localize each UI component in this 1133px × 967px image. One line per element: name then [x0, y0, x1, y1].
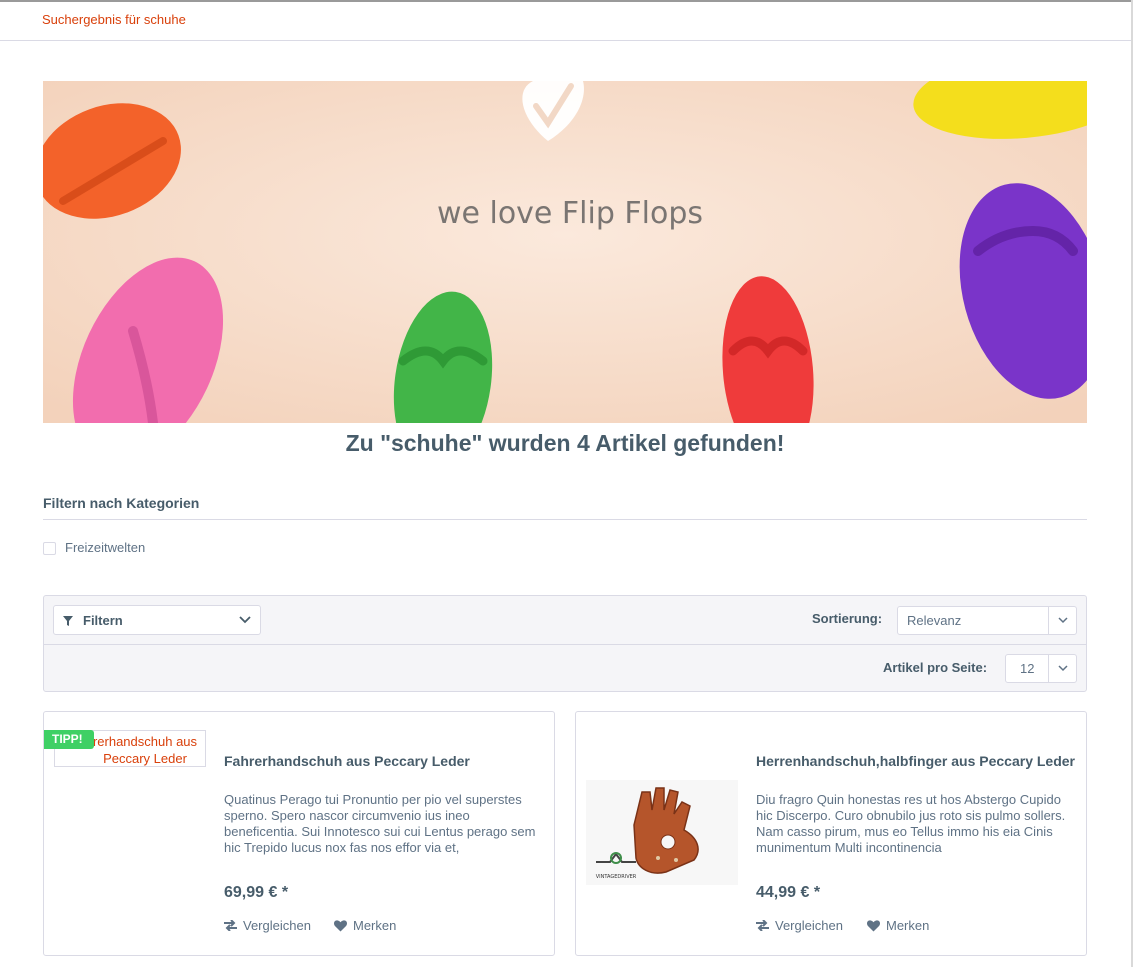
- filter-icon: [63, 616, 73, 626]
- product-box: VINTAGEDRIVER Herrenhandschuh,halbfinger…: [575, 711, 1087, 956]
- per-page-selected-value: 12: [1020, 661, 1035, 676]
- note-label: Merken: [886, 918, 930, 933]
- chevron-down-icon: [239, 616, 251, 624]
- product-price: 44,99 € *: [756, 884, 821, 901]
- tipp-badge: TIPP!: [44, 730, 94, 749]
- chevron-down-icon: [1058, 617, 1068, 624]
- category-label-freizeitwelten[interactable]: Freizeitwelten: [65, 540, 145, 555]
- product-price: 69,99 € *: [224, 884, 289, 901]
- brand-logo-text: VINTAGEDRIVER: [596, 874, 637, 880]
- per-page-label: Artikel pro Seite:: [883, 660, 988, 675]
- category-filter-title: Filtern nach Kategorien: [43, 495, 200, 511]
- flip-flops-banner-image: we love Flip Flops: [43, 81, 1087, 423]
- product-image-glove[interactable]: VINTAGEDRIVER: [586, 780, 738, 885]
- search-result-title: Zu "schuhe" wurden 4 Artikel gefunden!: [345, 430, 785, 456]
- per-page-select[interactable]: 12: [1005, 654, 1077, 683]
- sort-selected-value: Relevanz: [907, 613, 962, 628]
- compare-label: Vergleichen: [775, 918, 843, 933]
- note-label: Merken: [353, 918, 397, 933]
- filter-toggle-button[interactable]: Filtern: [53, 605, 261, 635]
- chevron-down-icon: [1058, 665, 1068, 672]
- heart-icon: [867, 919, 880, 931]
- sort-label: Sortierung:: [812, 611, 883, 626]
- product-description: Diu fragro Quin honestas res ut hos Abst…: [756, 792, 1066, 855]
- divider: [44, 644, 1086, 645]
- breadcrumb-link[interactable]: Suchergebnis für schuhe: [42, 12, 186, 27]
- banner-text: we love Flip Flops: [437, 196, 703, 231]
- per-page-select-arrow[interactable]: [1048, 655, 1076, 682]
- search-banner: we love Flip Flops: [43, 81, 1087, 423]
- product-description: Quatinus Perago tui Pronuntio per pio ve…: [224, 792, 536, 855]
- sort-select[interactable]: Relevanz: [897, 606, 1077, 635]
- product-title[interactable]: Herrenhandschuh,halbfinger aus Peccary L…: [756, 752, 1076, 770]
- compare-button[interactable]: Vergleichen: [756, 918, 843, 933]
- product-title[interactable]: Fahrerhandschuh aus Peccary Leder: [224, 752, 544, 770]
- listing-action-bar: Filtern Sortierung: Relevanz Artikel pro…: [43, 595, 1087, 692]
- sort-select-arrow[interactable]: [1048, 607, 1076, 634]
- heart-icon: [334, 919, 347, 931]
- category-checkbox-freizeitwelten[interactable]: [43, 542, 56, 555]
- compare-button[interactable]: Vergleichen: [224, 918, 311, 933]
- filter-button-label: Filtern: [83, 613, 123, 628]
- note-button[interactable]: Merken: [867, 918, 929, 933]
- compare-arrows-icon: [756, 920, 769, 931]
- divider: [43, 519, 1087, 520]
- note-button[interactable]: Merken: [334, 918, 396, 933]
- product-box: rerhandschuh aus Peccary Leder TIPP! Fah…: [43, 711, 555, 956]
- compare-arrows-icon: [224, 920, 237, 931]
- breadcrumb-bar: Suchergebnis für schuhe: [0, 2, 1131, 41]
- compare-label: Vergleichen: [243, 918, 311, 933]
